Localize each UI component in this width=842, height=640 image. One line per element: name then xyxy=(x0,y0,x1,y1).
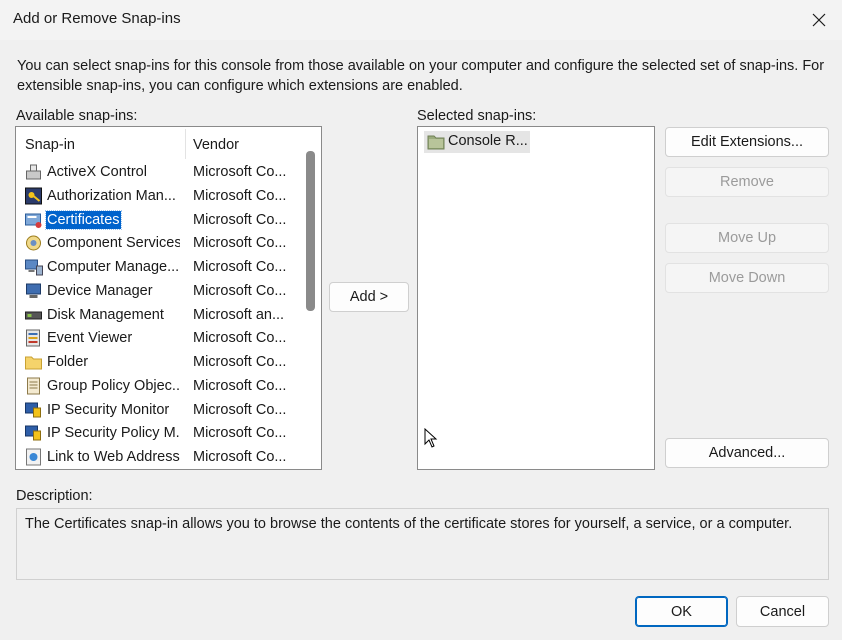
snapin-vendor: Microsoft Co... xyxy=(193,449,287,465)
snapin-vendor: Microsoft Co... xyxy=(193,164,287,180)
snapin-name: Computer Manage... xyxy=(47,259,180,275)
snapin-row-computer-manage[interactable]: Computer Manage... Microsoft Co... xyxy=(16,255,301,279)
snapin-row-event-viewer[interactable]: Event Viewer Microsoft Co... xyxy=(16,326,301,350)
console-root-folder-icon xyxy=(427,135,445,150)
folder-icon xyxy=(25,356,42,370)
snapin-row-link-to-web-address[interactable]: Link to Web Address Microsoft Co... xyxy=(16,445,301,469)
cancel-button[interactable]: Cancel xyxy=(736,596,829,627)
snapin-vendor: Microsoft Co... xyxy=(193,401,287,418)
snapin-vendor: Microsoft Co... xyxy=(193,354,287,370)
window-title: Add or Remove Snap-ins xyxy=(13,10,181,27)
snapin-name: Folder xyxy=(47,354,89,370)
ip-security-monitor-icon xyxy=(25,402,41,417)
advanced-button[interactable]: Advanced... xyxy=(665,438,829,468)
snapin-row-component-services[interactable]: Component Services Microsoft Co... xyxy=(16,231,301,255)
vertical-scrollbar[interactable] xyxy=(301,127,321,469)
snapin-row-device-manager[interactable]: Device Manager Microsoft Co... xyxy=(16,279,301,303)
close-button[interactable] xyxy=(796,0,842,40)
description-label: Description: xyxy=(16,488,93,504)
snapin-vendor: Microsoft an... xyxy=(193,306,285,323)
snapin-row-ip-security-policy-m[interactable]: IP Security Policy M... Microsoft Co... xyxy=(16,421,301,445)
snapin-name: ActiveX Control xyxy=(47,164,147,180)
snapin-vendor: Microsoft Co... xyxy=(193,282,287,299)
edit-extensions-button[interactable]: Edit Extensions... xyxy=(665,127,829,157)
snapin-name: Group Policy Objec... xyxy=(47,377,180,394)
ok-button[interactable]: OK xyxy=(635,596,728,627)
snapin-vendor: Microsoft Co... xyxy=(193,330,287,347)
snapin-vendor: Microsoft Co... xyxy=(193,187,287,204)
snapin-vendor: Microsoft Co... xyxy=(193,211,287,228)
snapin-name: Link to Web Address xyxy=(47,449,180,465)
snapin-name: Certificates xyxy=(45,209,122,230)
available-snapins-label: Available snap-ins: xyxy=(16,108,138,124)
selected-item-console-root[interactable]: Console R... xyxy=(424,131,530,153)
move-up-button[interactable]: Move Up xyxy=(665,223,829,253)
snapin-vendor: Microsoft Co... xyxy=(193,235,287,252)
snapin-name: Component Services xyxy=(47,235,180,252)
snapin-row-group-policy-objec[interactable]: Group Policy Objec... Microsoft Co... xyxy=(16,374,301,398)
snapin-row-activex-control[interactable]: ActiveX Control Microsoft Co... xyxy=(16,160,301,184)
mouse-cursor-icon xyxy=(424,428,438,448)
column-separator[interactable] xyxy=(185,129,186,159)
snapin-vendor: Microsoft Co... xyxy=(193,425,287,442)
selected-snapins-label: Selected snap-ins: xyxy=(417,108,537,124)
snapin-row-certificates[interactable]: Certificates Microsoft Co... xyxy=(16,208,301,232)
snapin-row-ip-security-monitor[interactable]: IP Security Monitor Microsoft Co... xyxy=(16,398,301,422)
snapin-rows: ActiveX Control Microsoft Co... Authorizat… xyxy=(16,160,301,469)
title-bar: Add or Remove Snap-ins xyxy=(0,0,842,40)
close-icon xyxy=(812,13,826,27)
snapin-name: Authorization Man... xyxy=(47,187,176,204)
ip-security-policy-icon xyxy=(25,425,41,441)
add-button[interactable]: Add > xyxy=(329,282,409,312)
snapin-row-authorization-man[interactable]: Authorization Man... Microsoft Co... xyxy=(16,184,301,208)
snapin-vendor: Microsoft Co... xyxy=(193,259,287,275)
description-box: The Certificates snap-in allows you to b… xyxy=(16,508,829,580)
computer-management-icon xyxy=(25,259,43,276)
scrollbar-thumb[interactable] xyxy=(306,151,315,311)
certificates-icon xyxy=(25,213,42,228)
snapin-name: IP Security Monitor xyxy=(47,401,170,418)
device-manager-icon xyxy=(26,283,41,298)
snapin-vendor: Microsoft Co... xyxy=(193,377,287,394)
column-header: Snap-in Vendor xyxy=(16,127,301,163)
link-web-address-icon xyxy=(26,448,41,466)
snapin-row-folder[interactable]: Folder Microsoft Co... xyxy=(16,350,301,374)
snapin-name: Disk Management xyxy=(47,306,164,323)
column-header-vendor[interactable]: Vendor xyxy=(193,137,239,153)
event-viewer-icon xyxy=(26,329,40,347)
activex-control-icon xyxy=(26,164,41,180)
snapin-row-disk-management[interactable]: Disk Management Microsoft an... xyxy=(16,303,301,327)
intro-text: You can select snap-ins for this console… xyxy=(17,58,825,94)
group-policy-icon xyxy=(27,377,40,395)
disk-management-icon xyxy=(25,311,42,319)
available-snapins-list[interactable]: Snap-in Vendor ActiveX Control Microsoft … xyxy=(15,126,322,470)
column-header-snapin[interactable]: Snap-in xyxy=(25,137,75,153)
remove-button[interactable]: Remove xyxy=(665,167,829,197)
selected-item-label: Console R... xyxy=(448,133,528,149)
component-services-icon xyxy=(26,235,41,251)
move-down-button[interactable]: Move Down xyxy=(665,263,829,293)
snapin-name: Device Manager xyxy=(47,282,153,299)
snapin-name: Event Viewer xyxy=(47,330,133,347)
authorization-manager-icon xyxy=(25,187,42,205)
selected-snapins-list[interactable]: Console R... xyxy=(417,126,655,470)
snapin-name: IP Security Policy M... xyxy=(47,425,180,442)
